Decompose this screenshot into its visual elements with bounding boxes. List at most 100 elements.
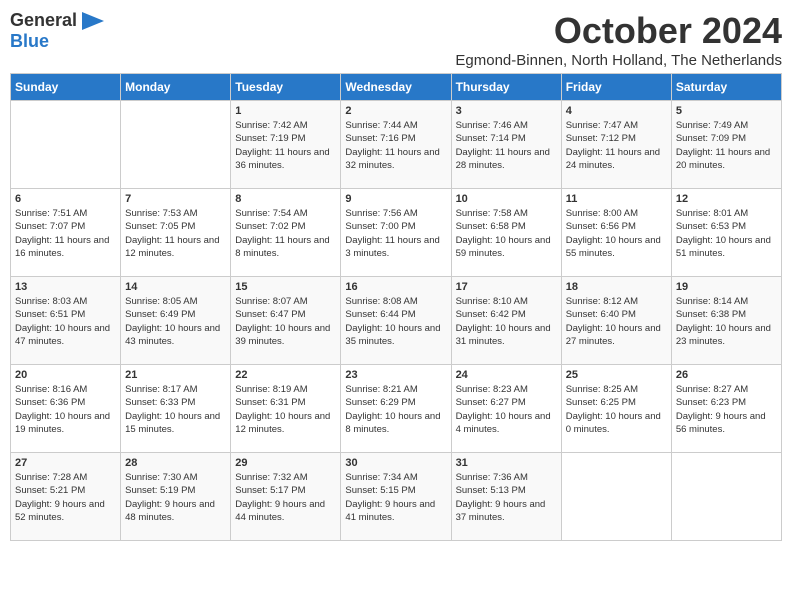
location-subtitle: Egmond-Binnen, North Holland, The Nether…: [455, 52, 782, 69]
cell-info: Sunrise: 8:03 AMSunset: 6:51 PMDaylight:…: [15, 295, 116, 348]
day-number: 30: [345, 457, 446, 469]
cell-info: Sunrise: 7:46 AMSunset: 7:14 PMDaylight:…: [456, 119, 557, 172]
calendar-cell: [121, 101, 231, 189]
calendar-cell: 7 Sunrise: 7:53 AMSunset: 7:05 PMDaylight…: [121, 189, 231, 277]
cell-info: Sunrise: 7:34 AMSunset: 5:15 PMDaylight:…: [345, 471, 446, 524]
calendar-cell: 16 Sunrise: 8:08 AMSunset: 6:44 PMDayligh…: [341, 277, 451, 365]
calendar-cell: 26Sunrise: 8:27 AMSunset: 6:23 PMDayligh…: [671, 365, 781, 453]
logo: General Blue: [10, 10, 104, 52]
logo-general-text: General: [10, 10, 77, 31]
month-title: October 2024: [455, 10, 782, 52]
calendar-cell: 23 Sunrise: 8:21 AMSunset: 6:29 PMDayligh…: [341, 365, 451, 453]
day-number: 6: [15, 193, 116, 205]
day-of-week-header: Sunday: [11, 74, 121, 101]
day-number: 13: [15, 281, 116, 293]
day-number: 20: [15, 369, 116, 381]
day-number: 18: [566, 281, 667, 293]
cell-info: Sunrise: 7:54 AMSunset: 7:02 PMDaylight:…: [235, 207, 336, 260]
calendar-cell: 13 Sunrise: 8:03 AMSunset: 6:51 PMDayligh…: [11, 277, 121, 365]
calendar-cell: [11, 101, 121, 189]
cell-info: Sunrise: 8:23 AMSunset: 6:27 PMDaylight:…: [456, 383, 557, 436]
day-number: 22: [235, 369, 336, 381]
calendar-cell: 12Sunrise: 8:01 AMSunset: 6:53 PMDayligh…: [671, 189, 781, 277]
day-number: 14: [125, 281, 226, 293]
title-section: October 2024 Egmond-Binnen, North Hollan…: [455, 10, 782, 69]
calendar-cell: 19 Sunrise: 8:14 AMSunset: 6:38 PMDayligh…: [671, 277, 781, 365]
day-number: 29: [235, 457, 336, 469]
day-number: 10: [456, 193, 557, 205]
calendar-cell: 14 Sunrise: 8:05 AMSunset: 6:49 PMDayligh…: [121, 277, 231, 365]
calendar-cell: 17 Sunrise: 8:10 AMSunset: 6:42 PMDayligh…: [451, 277, 561, 365]
cell-info: Sunrise: 7:28 AMSunset: 5:21 PMDaylight:…: [15, 471, 116, 524]
cell-info: Sunrise: 7:42 AMSunset: 7:19 PMDaylight:…: [235, 119, 336, 172]
day-of-week-header: Thursday: [451, 74, 561, 101]
cell-info: Sunrise: 8:00 AMSunset: 6:56 PMDaylight:…: [566, 207, 667, 260]
calendar-cell: 15Sunrise: 8:07 AMSunset: 6:47 PMDayligh…: [231, 277, 341, 365]
calendar-cell: 2 Sunrise: 7:44 AMSunset: 7:16 PMDaylight…: [341, 101, 451, 189]
calendar-cell: 27 Sunrise: 7:28 AMSunset: 5:21 PMDayligh…: [11, 453, 121, 541]
day-number: 5: [676, 105, 777, 117]
cell-info: Sunrise: 8:01 AMSunset: 6:53 PMDaylight:…: [676, 207, 777, 260]
day-number: 27: [15, 457, 116, 469]
cell-info: Sunrise: 8:19 AMSunset: 6:31 PMDaylight:…: [235, 383, 336, 436]
cell-info: Sunrise: 7:58 AMSunset: 6:58 PMDaylight:…: [456, 207, 557, 260]
day-of-week-header: Saturday: [671, 74, 781, 101]
calendar-cell: 31Sunrise: 7:36 AMSunset: 5:13 PMDayligh…: [451, 453, 561, 541]
day-number: 24: [456, 369, 557, 381]
cell-info: Sunrise: 8:08 AMSunset: 6:44 PMDaylight:…: [345, 295, 446, 348]
calendar-cell: 20 Sunrise: 8:16 AMSunset: 6:36 PMDayligh…: [11, 365, 121, 453]
calendar-cell: 1 Sunrise: 7:42 AMSunset: 7:19 PMDaylight…: [231, 101, 341, 189]
calendar-cell: 18Sunrise: 8:12 AMSunset: 6:40 PMDayligh…: [561, 277, 671, 365]
day-number: 1: [235, 105, 336, 117]
calendar-cell: 25Sunrise: 8:25 AMSunset: 6:25 PMDayligh…: [561, 365, 671, 453]
day-of-week-header: Monday: [121, 74, 231, 101]
cell-info: Sunrise: 7:30 AMSunset: 5:19 PMDaylight:…: [125, 471, 226, 524]
day-number: 4: [566, 105, 667, 117]
day-number: 8: [235, 193, 336, 205]
cell-info: Sunrise: 8:16 AMSunset: 6:36 PMDaylight:…: [15, 383, 116, 436]
day-number: 21: [125, 369, 226, 381]
logo-blue-text: Blue: [10, 31, 49, 51]
calendar-cell: 10 Sunrise: 7:58 AMSunset: 6:58 PMDayligh…: [451, 189, 561, 277]
calendar-cell: 28 Sunrise: 7:30 AMSunset: 5:19 PMDayligh…: [121, 453, 231, 541]
calendar-cell: 11 Sunrise: 8:00 AMSunset: 6:56 PMDayligh…: [561, 189, 671, 277]
cell-info: Sunrise: 8:05 AMSunset: 6:49 PMDaylight:…: [125, 295, 226, 348]
calendar-cell: 5Sunrise: 7:49 AMSunset: 7:09 PMDaylight…: [671, 101, 781, 189]
calendar-table: SundayMondayTuesdayWednesdayThursdayFrid…: [10, 73, 782, 541]
calendar-cell: 30 Sunrise: 7:34 AMSunset: 5:15 PMDayligh…: [341, 453, 451, 541]
calendar-cell: [561, 453, 671, 541]
day-number: 19: [676, 281, 777, 293]
calendar-cell: 6 Sunrise: 7:51 AMSunset: 7:07 PMDaylight…: [11, 189, 121, 277]
cell-info: Sunrise: 8:25 AMSunset: 6:25 PMDaylight:…: [566, 383, 667, 436]
cell-info: Sunrise: 7:44 AMSunset: 7:16 PMDaylight:…: [345, 119, 446, 172]
day-number: 11: [566, 193, 667, 205]
cell-info: Sunrise: 8:10 AMSunset: 6:42 PMDaylight:…: [456, 295, 557, 348]
cell-info: Sunrise: 8:07 AMSunset: 6:47 PMDaylight:…: [235, 295, 336, 348]
cell-info: Sunrise: 8:17 AMSunset: 6:33 PMDaylight:…: [125, 383, 226, 436]
cell-info: Sunrise: 8:27 AMSunset: 6:23 PMDaylight:…: [676, 383, 777, 436]
day-number: 28: [125, 457, 226, 469]
calendar-cell: 4 Sunrise: 7:47 AMSunset: 7:12 PMDaylight…: [561, 101, 671, 189]
calendar-cell: 21 Sunrise: 8:17 AMSunset: 6:33 PMDayligh…: [121, 365, 231, 453]
day-number: 16: [345, 281, 446, 293]
day-number: 2: [345, 105, 446, 117]
logo-flag-icon: [82, 12, 104, 30]
calendar-cell: 22 Sunrise: 8:19 AMSunset: 6:31 PMDayligh…: [231, 365, 341, 453]
cell-info: Sunrise: 7:53 AMSunset: 7:05 PMDaylight:…: [125, 207, 226, 260]
day-number: 9: [345, 193, 446, 205]
calendar-cell: 24 Sunrise: 8:23 AMSunset: 6:27 PMDayligh…: [451, 365, 561, 453]
page-header: General Blue October 2024 Egmond-Binnen,…: [10, 10, 782, 69]
day-of-week-header: Friday: [561, 74, 671, 101]
calendar-cell: [671, 453, 781, 541]
cell-info: Sunrise: 7:47 AMSunset: 7:12 PMDaylight:…: [566, 119, 667, 172]
day-number: 3: [456, 105, 557, 117]
day-number: 23: [345, 369, 446, 381]
calendar-cell: 8 Sunrise: 7:54 AMSunset: 7:02 PMDaylight…: [231, 189, 341, 277]
day-number: 17: [456, 281, 557, 293]
cell-info: Sunrise: 8:21 AMSunset: 6:29 PMDaylight:…: [345, 383, 446, 436]
cell-info: Sunrise: 7:51 AMSunset: 7:07 PMDaylight:…: [15, 207, 116, 260]
calendar-cell: 29Sunrise: 7:32 AMSunset: 5:17 PMDayligh…: [231, 453, 341, 541]
day-of-week-header: Wednesday: [341, 74, 451, 101]
day-number: 7: [125, 193, 226, 205]
cell-info: Sunrise: 8:14 AMSunset: 6:38 PMDaylight:…: [676, 295, 777, 348]
